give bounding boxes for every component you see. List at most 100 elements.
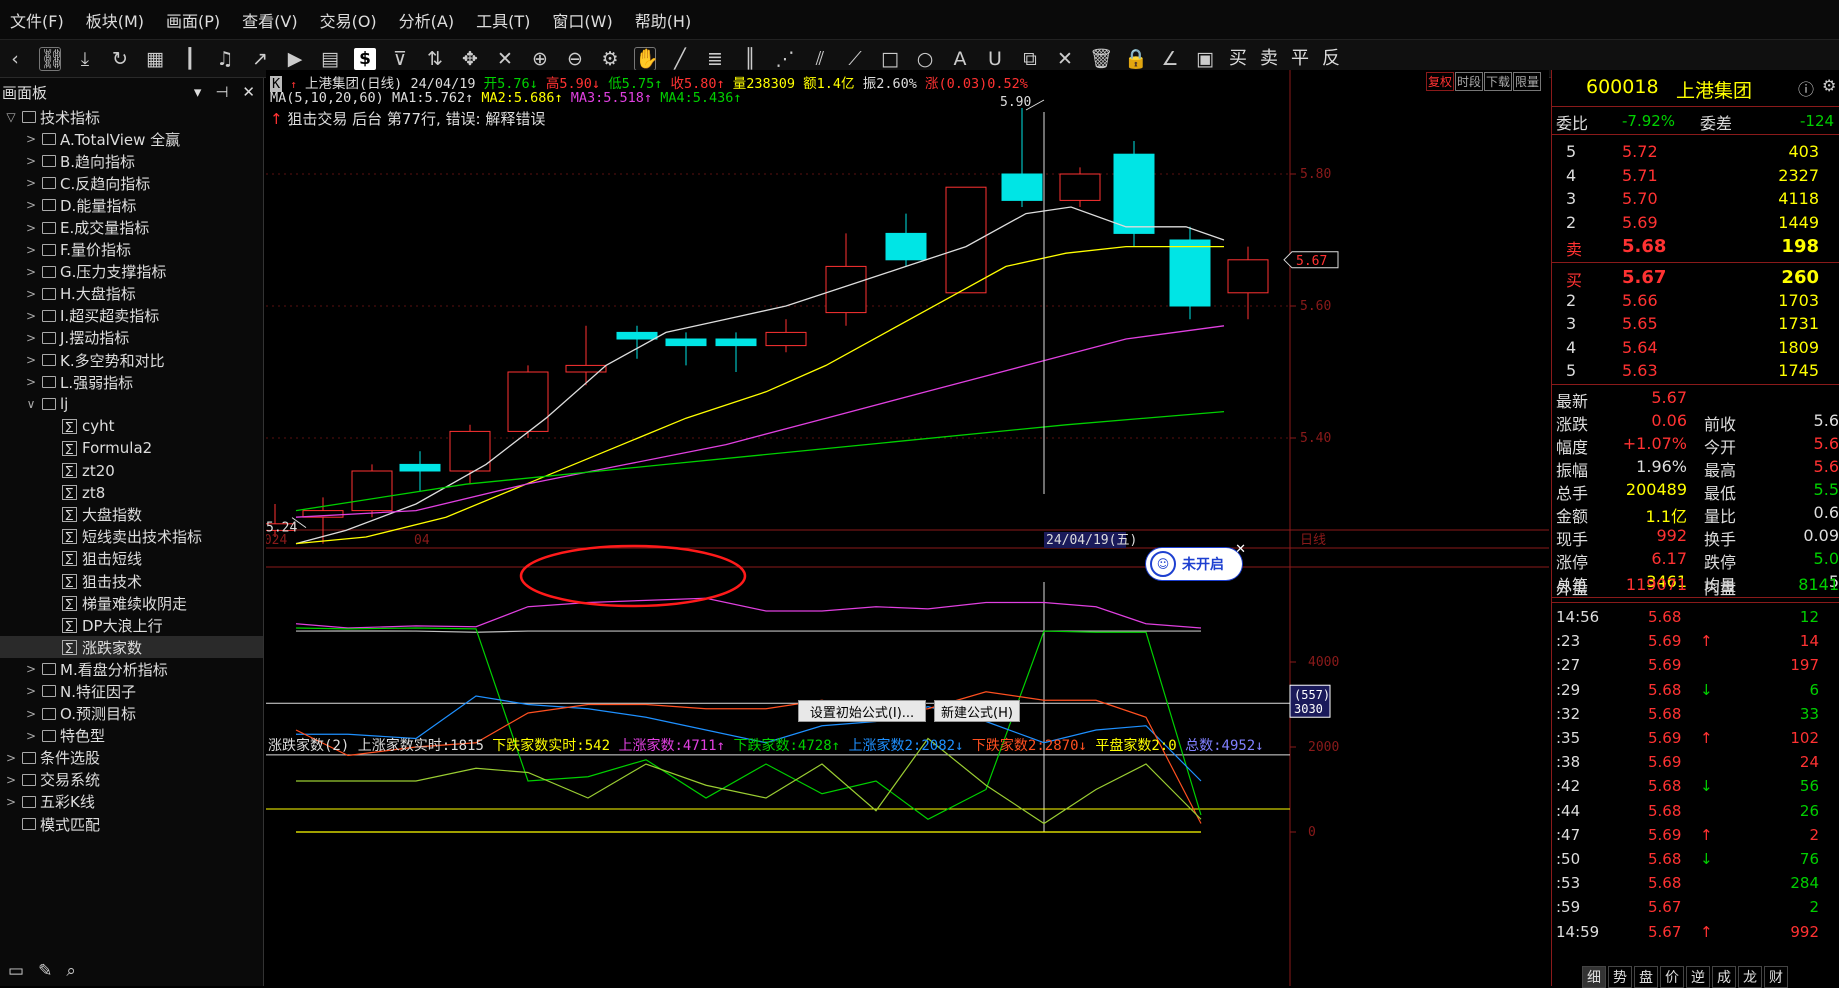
chevron-right-icon[interactable]: > bbox=[24, 198, 38, 212]
tree-item[interactable]: ∑ zt20 bbox=[0, 460, 263, 482]
lock-icon[interactable]: 🔒 bbox=[1124, 48, 1148, 70]
bell-icon[interactable]: ♫ bbox=[214, 48, 236, 70]
chevron-right-icon[interactable]: > bbox=[24, 265, 38, 279]
tree-item[interactable]: ∑ 狙击技术 bbox=[0, 570, 263, 592]
menu-item[interactable]: 文件(F) bbox=[10, 8, 64, 32]
save-icon[interactable]: ▣ bbox=[1194, 48, 1216, 70]
chevron-right-icon[interactable]: > bbox=[24, 729, 38, 743]
download-button[interactable]: 下载 bbox=[1483, 72, 1512, 91]
tab-3[interactable]: 价 bbox=[1660, 966, 1684, 988]
tree-item[interactable]: ∑ 涨跌家数 bbox=[0, 636, 263, 659]
link-icon[interactable]: ⛓ bbox=[39, 46, 64, 71]
line-chart-icon[interactable]: ↗ bbox=[249, 48, 271, 70]
tree-item[interactable]: 模式匹配 bbox=[0, 813, 263, 835]
tree-item[interactable]: > H.大盘指标 bbox=[0, 283, 263, 305]
chart-area[interactable]: 5.805.605.405.675.905.2420240424/04/19(五… bbox=[266, 70, 1549, 986]
tree-item[interactable]: > D.能量指标 bbox=[0, 194, 263, 216]
menu-item[interactable]: 画面(P) bbox=[166, 8, 220, 32]
tab-4[interactable]: 逆 bbox=[1686, 966, 1710, 988]
copy-icon[interactable]: ⧉ bbox=[1019, 48, 1041, 70]
fib-icon[interactable]: ≣ bbox=[704, 48, 726, 70]
candle-chart-icon[interactable]: ┃ bbox=[179, 48, 201, 70]
filter-icon[interactable]: ⊽ bbox=[389, 48, 411, 70]
refresh-icon[interactable]: ↻ bbox=[109, 48, 131, 70]
magnet-icon[interactable]: Ս bbox=[984, 48, 1006, 70]
dock-icon[interactable]: ⊣ bbox=[215, 83, 228, 101]
chart-canvas[interactable]: 5.805.605.405.675.905.2420240424/04/19(五… bbox=[266, 70, 1549, 986]
tree-item[interactable]: > G.压力支撑指标 bbox=[0, 261, 263, 283]
menu-item[interactable]: 查看(V) bbox=[242, 8, 297, 32]
tab-5[interactable]: 成 bbox=[1712, 966, 1736, 988]
tree-item[interactable]: > 五彩K线 bbox=[0, 791, 263, 813]
delete-icon[interactable]: ✕ bbox=[1054, 48, 1076, 70]
grid-icon[interactable]: ▦ bbox=[144, 48, 166, 70]
period-button[interactable]: 时段 bbox=[1454, 72, 1483, 91]
tree-item[interactable]: > 交易系统 bbox=[0, 769, 263, 791]
ray-icon[interactable]: ⟋ bbox=[844, 48, 866, 70]
tree-view-icon[interactable]: ▭ bbox=[8, 961, 24, 981]
tree-item[interactable]: ∑ DP大浪上行 bbox=[0, 614, 263, 636]
menu-item[interactable]: 帮助(H) bbox=[635, 8, 692, 32]
tree-item[interactable]: > C.反趋向指标 bbox=[0, 172, 263, 194]
tree-item[interactable]: > F.量价指标 bbox=[0, 239, 263, 261]
tree-item[interactable]: > N.特征因子 bbox=[0, 680, 263, 702]
info-icon[interactable]: ⓘ bbox=[1798, 76, 1814, 100]
rect-icon[interactable]: □ bbox=[879, 48, 901, 70]
new-formula-button[interactable]: 新建公式(H) bbox=[934, 700, 1020, 722]
chevron-right-icon[interactable]: > bbox=[24, 176, 38, 190]
reverse-button[interactable]: 反 bbox=[1322, 48, 1340, 70]
tab-7[interactable]: 财 bbox=[1764, 966, 1788, 988]
tree-item[interactable]: ∑ 狙击短线 bbox=[0, 548, 263, 570]
chevron-right-icon[interactable]: > bbox=[24, 707, 38, 721]
tree-item[interactable]: ∑ cyht bbox=[0, 415, 263, 437]
tree-item[interactable]: > M.看盘分析指标 bbox=[0, 658, 263, 680]
chevron-down-icon[interactable]: ▽ bbox=[4, 110, 18, 124]
text-icon[interactable]: A bbox=[949, 48, 971, 70]
tree-item[interactable]: > B.趋向指标 bbox=[0, 150, 263, 172]
sort-icon[interactable]: ⇅ bbox=[424, 48, 446, 70]
tree-item[interactable]: ▽ 技术指标 bbox=[0, 106, 263, 128]
chevron-right-icon[interactable]: > bbox=[24, 353, 38, 367]
chevron-right-icon[interactable]: > bbox=[24, 243, 38, 257]
move-icon[interactable]: ✥ bbox=[459, 48, 481, 70]
settings-icon[interactable]: ⚙ bbox=[1822, 76, 1836, 95]
chevron-right-icon[interactable]: > bbox=[24, 662, 38, 676]
tab-1[interactable]: 势 bbox=[1608, 966, 1632, 988]
menu-item[interactable]: 窗口(W) bbox=[552, 8, 612, 32]
chevron-right-icon[interactable]: > bbox=[24, 132, 38, 146]
set-formula-button[interactable]: 设置初始公式(I)... bbox=[798, 700, 926, 722]
buy-button[interactable]: 买 bbox=[1229, 48, 1247, 70]
menu-item[interactable]: 工具(T) bbox=[476, 8, 530, 32]
badge-close-icon[interactable]: ✕ bbox=[1235, 542, 1246, 557]
cross-icon[interactable]: ✕ bbox=[494, 48, 516, 70]
fuquan-button[interactable]: 复权 bbox=[1425, 72, 1454, 91]
bars-icon[interactable]: ║ bbox=[739, 48, 761, 70]
download-icon[interactable]: ⤓ bbox=[74, 48, 96, 70]
chevron-right-icon[interactable]: > bbox=[24, 684, 38, 698]
document-icon[interactable]: ▤ bbox=[319, 48, 341, 70]
chevron-right-icon[interactable]: > bbox=[24, 221, 38, 235]
sell-button[interactable]: 卖 bbox=[1260, 48, 1278, 70]
play-icon[interactable]: ▶ bbox=[284, 48, 306, 70]
tab-6[interactable]: 龙 bbox=[1738, 966, 1762, 988]
tab-2[interactable]: 盘 bbox=[1634, 966, 1658, 988]
tree-item[interactable]: > E.成交量指标 bbox=[0, 216, 263, 238]
zoom-out-icon[interactable]: ⊖ bbox=[564, 48, 586, 70]
menu-item[interactable]: 交易(O) bbox=[320, 8, 377, 32]
tree-item[interactable]: > I.超买超卖指标 bbox=[0, 305, 263, 327]
tree-item[interactable]: > L.强弱指标 bbox=[0, 371, 263, 393]
chevron-right-icon[interactable]: > bbox=[24, 331, 38, 345]
angle-icon[interactable]: ∠ bbox=[1159, 48, 1181, 70]
edit-icon[interactable]: ✎ bbox=[38, 961, 52, 981]
search-icon[interactable]: ⌕ bbox=[66, 961, 76, 981]
tree-item[interactable]: > 条件选股 bbox=[0, 747, 263, 769]
chevron-right-icon[interactable]: > bbox=[24, 375, 38, 389]
tree-item[interactable]: > 特色型 bbox=[0, 725, 263, 747]
close-icon[interactable]: ✕ bbox=[242, 83, 255, 101]
tree-item[interactable]: ∑ 大盘指数 bbox=[0, 504, 263, 526]
tree-item[interactable]: > J.摆动指标 bbox=[0, 327, 263, 349]
chevron-right-icon[interactable]: > bbox=[24, 154, 38, 168]
status-badge[interactable]: ☺ 未开启 ✕ bbox=[1146, 542, 1246, 580]
tab-0[interactable]: 细 bbox=[1582, 966, 1606, 988]
hand-icon[interactable]: ✋ bbox=[634, 46, 659, 71]
